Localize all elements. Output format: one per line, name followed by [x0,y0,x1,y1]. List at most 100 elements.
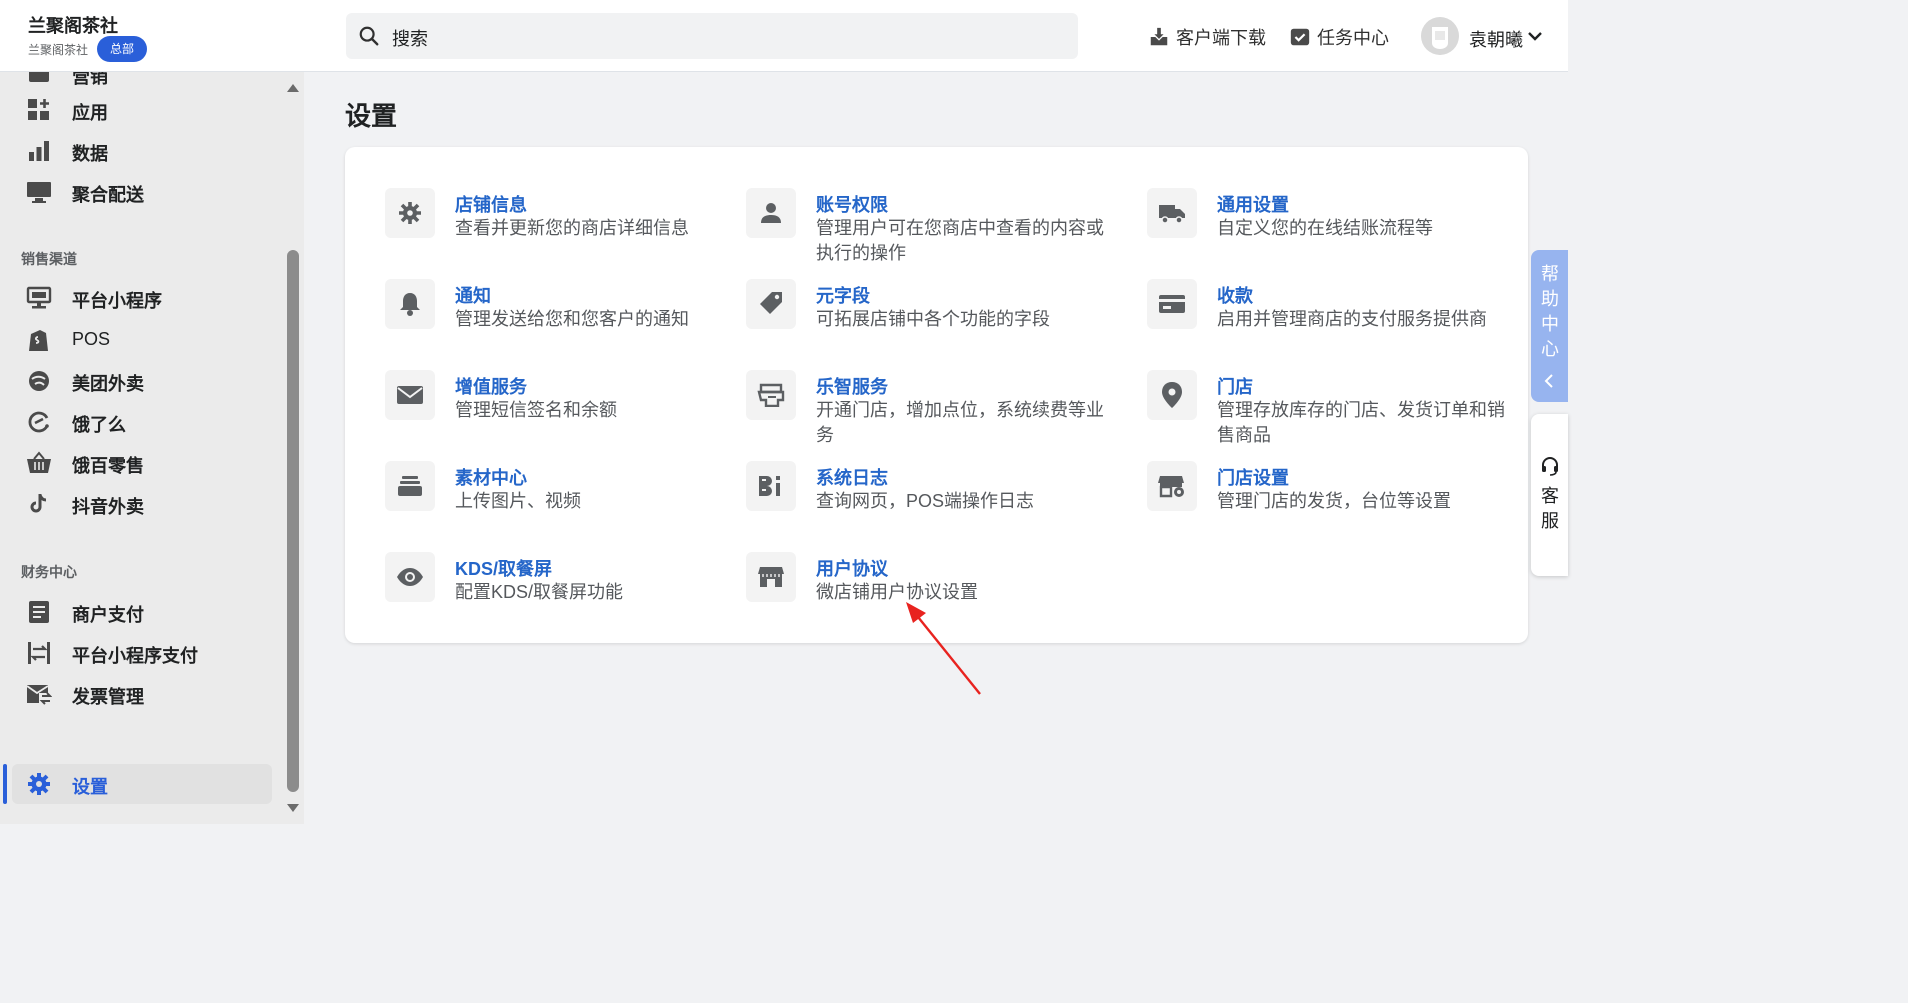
tile [385,370,435,420]
sidebar-item-ebai[interactable]: 饿百零售 [12,443,272,483]
setting-title[interactable]: 门店设置 [1217,464,1289,490]
apps-icon [28,99,49,120]
setting-title[interactable]: 通知 [455,282,491,308]
setting-desc: 上传图片、视频 [455,491,581,511]
setting-desc: 启用并管理商店的支付服务提供商 [1217,309,1487,329]
mail-icon [397,386,423,404]
sidebar-scroll-thumb[interactable] [287,250,299,792]
basket-icon [27,451,51,473]
sidebar-item-delivery[interactable]: 聚合配送 [12,172,272,212]
setting-desc: 开通门店，增加点位，系统续费等业务 [816,400,1104,445]
tile [746,279,796,329]
setting-title[interactable]: 门店 [1217,373,1253,399]
sidebar-item-label: POS [72,329,111,349]
avatar[interactable] [1421,17,1459,55]
setting-title[interactable]: 增值服务 [455,373,527,399]
customer-service-label: 客服 [1541,486,1559,531]
sidebar-item-meituan[interactable]: 美团外卖 [12,361,272,401]
help-center-tab[interactable]: 帮助中心 [1531,250,1568,402]
scroll-down-arrow-icon[interactable] [287,804,299,812]
tile [746,552,796,602]
sidebar-item-mini-program[interactable]: 平台小程序 [12,278,272,318]
help-center-label: 帮助中心 [1541,264,1559,359]
sidebar-item-apps[interactable]: 应用 [12,90,272,130]
setting-desc: 管理发送给您和您客户的通知 [455,309,689,329]
user-icon [761,203,781,223]
task-center-label: 任务中心 [1317,28,1389,48]
top-bar: 兰聚阁茶社 兰聚阁茶社 总部 搜索 客户端下载 任务中心 袁朝曦 [0,0,1568,72]
setting-desc: 配置KDS/取餐屏功能 [455,582,624,602]
tile [1147,370,1197,420]
avatar-icon [1421,17,1459,55]
user-name[interactable]: 袁朝曦 [1469,26,1523,52]
task-center-button[interactable]: 任务中心 [1289,24,1389,50]
setting-title[interactable]: 素材中心 [455,464,527,490]
search-placeholder: 搜索 [392,29,428,49]
tile [746,370,796,420]
eye-icon [397,568,423,586]
sidebar-item-label: 平台小程序 [72,291,162,311]
sidebar-item-invoice[interactable]: 发票管理 [12,674,272,714]
document-icon [29,601,49,623]
sidebar-item-settings[interactable]: 设置 [12,764,272,804]
tile [746,461,796,511]
customer-service-tab[interactable]: 客服 [1531,414,1568,576]
headset-icon [1542,457,1558,476]
sidebar-item-label: 美团外卖 [72,374,144,394]
setting-title[interactable]: 通用设置 [1217,191,1289,217]
log-icon [759,476,780,496]
sidebar: 营销 应用 数据 聚合配送 销售渠道 平台小程序 POS 美团外卖 饿了么 饿百… [0,72,304,824]
setting-desc: 自定义您的在线结账流程等 [1217,218,1433,238]
search-icon [359,26,379,46]
setting-title[interactable]: 乐智服务 [816,373,888,399]
sidebar-item-eleme[interactable]: 饿了么 [12,402,272,442]
gear-icon [28,773,50,795]
setting-title[interactable]: 收款 [1217,282,1253,308]
sidebar-item-data[interactable]: 数据 [12,131,272,171]
shop-name[interactable]: 兰聚阁茶社 [28,12,118,38]
setting-desc: 管理存放库存的门店、发货订单和销售商品 [1217,400,1505,445]
active-indicator [3,764,7,804]
setting-title[interactable]: 用户协议 [816,555,888,581]
sidebar-item-pos[interactable]: POS [12,320,272,360]
credit-card-icon [1159,295,1185,313]
print-icon [757,383,785,407]
sidebar-item-mini-pay[interactable]: 平台小程序支付 [12,633,272,673]
bar-chart-icon [29,141,49,161]
page-title: 设置 [345,101,398,131]
storefront-icon [758,567,784,587]
meituan-icon [29,371,49,391]
sidebar-item-label: 数据 [72,144,108,164]
tile [1147,188,1197,238]
setting-title[interactable]: KDS/取餐屏 [455,555,552,581]
sidebar-item-label: 应用 [72,103,108,123]
setting-title[interactable]: 系统日志 [816,464,888,490]
sidebar-item-douyin[interactable]: 抖音外卖 [12,484,272,524]
tile [1147,461,1197,511]
truck-icon [1159,205,1185,224]
sidebar-item-label: 设置 [72,777,108,797]
settings-card: 店铺信息 查看并更新您的商店详细信息 账号权限 管理用户可在您商店中查看的内容或… [345,147,1528,643]
chevron-down-icon[interactable] [1527,30,1543,42]
setting-desc: 管理用户可在您商店中查看的内容或执行的操作 [816,218,1104,263]
stack-icon [398,476,422,496]
setting-title[interactable]: 元字段 [816,282,870,308]
sidebar-item-merchant-pay[interactable]: 商户支付 [12,592,272,632]
tile [385,279,435,329]
hq-badge: 总部 [97,36,148,62]
setting-title[interactable]: 账号权限 [816,191,888,217]
scroll-up-arrow-icon[interactable] [287,84,299,92]
tile [746,188,796,238]
sidebar-item-label: 饿了么 [72,415,126,435]
sidebar-item-label: 营销 [72,72,108,87]
download-client-button[interactable]: 客户端下载 [1148,24,1266,50]
search-input[interactable]: 搜索 [346,13,1078,59]
setting-desc: 查看并更新您的商店详细信息 [455,218,689,238]
sidebar-item-label: 平台小程序支付 [72,646,198,666]
sidebar-item-label: 商户支付 [72,605,144,625]
setting-title[interactable]: 店铺信息 [455,191,527,217]
chevron-left-icon [1544,374,1553,388]
tile [385,188,435,238]
section-title-sales: 销售渠道 [21,251,77,267]
tile [1147,279,1197,329]
